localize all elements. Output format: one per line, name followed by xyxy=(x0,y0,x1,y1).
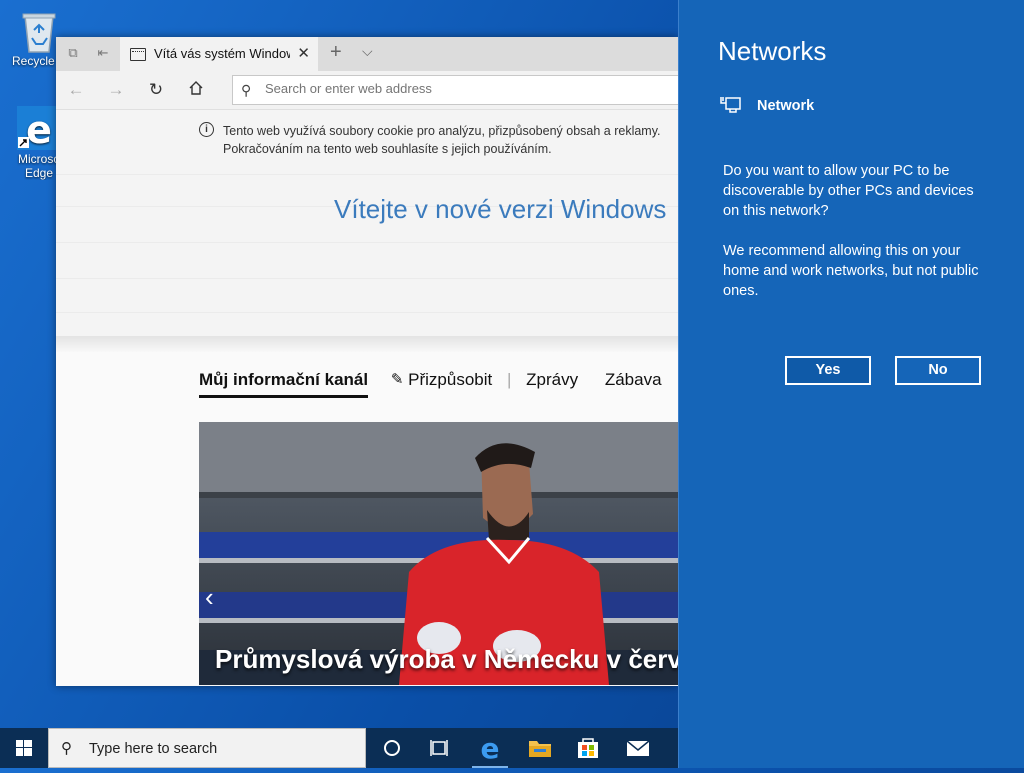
discoverable-question: Do you want to allow your PC to be disco… xyxy=(723,163,974,219)
chevron-left-icon[interactable]: ‹ xyxy=(205,582,214,613)
refresh-icon[interactable]: ↻ xyxy=(145,80,167,100)
forward-icon[interactable]: → xyxy=(105,80,127,100)
ethernet-icon xyxy=(720,95,742,115)
cookie-text-line1: Tento web využívá soubory cookie pro ana… xyxy=(223,124,661,138)
tab-title: Vítá vás systém Windows xyxy=(154,46,290,61)
networks-flyout: Networks Network Do you want to allow yo… xyxy=(678,0,1024,768)
navigation-bar: ← → ↻ ⚲ xyxy=(56,71,678,110)
feed-tabs: Můj informační kanál ✎ Přizpůsobit | Zpr… xyxy=(199,370,662,398)
search-icon: ⚲ xyxy=(241,82,252,98)
info-icon: i xyxy=(199,122,214,137)
network-name: Network xyxy=(757,98,815,114)
taskbar-search-box[interactable]: ⚲ Type here to search xyxy=(48,728,366,768)
edge-icon[interactable]: e xyxy=(466,728,514,768)
search-placeholder: Type here to search xyxy=(89,741,218,757)
new-tab-icon[interactable]: + xyxy=(330,41,342,64)
cookie-text-line2: Pokračováním na tento web souhlasíte s j… xyxy=(223,142,552,156)
file-explorer-icon[interactable] xyxy=(516,728,564,768)
edge-browser-window: ⧉ ⇤ Vítá vás systém Windows ✕ + ⌵ ← → ↻ … xyxy=(56,37,678,686)
recommendation-text: We recommend allowing this on your home … xyxy=(723,243,979,299)
chevron-down-icon[interactable]: ⌵ xyxy=(362,43,373,60)
taskbar: ⚲ Type here to search e xyxy=(0,728,678,768)
pencil-icon: ✎ xyxy=(390,371,404,388)
welcome-heading: Vítejte v nové verzi Windows xyxy=(334,194,667,224)
news-feed: Můj informační kanál ✎ Přizpůsobit | Zpr… xyxy=(56,352,678,686)
edge-desktop-icon: e xyxy=(17,106,61,152)
set-tabs-aside-icon[interactable]: ⇤ xyxy=(94,45,112,61)
home-icon[interactable] xyxy=(185,80,207,100)
start-button[interactable] xyxy=(0,728,48,768)
tab-separator: | xyxy=(506,370,512,389)
store-icon[interactable] xyxy=(564,728,612,768)
page-content: i Tento web využívá soubory cookie pro a… xyxy=(56,110,678,686)
close-tab-icon[interactable]: ✕ xyxy=(297,44,310,62)
address-bar[interactable]: ⚲ xyxy=(232,75,678,105)
mail-icon[interactable] xyxy=(614,728,662,768)
task-view-icon[interactable] xyxy=(416,728,464,768)
browser-tab[interactable]: Vítá vás systém Windows ✕ xyxy=(120,37,318,71)
back-icon[interactable]: ← xyxy=(65,80,87,100)
windows-logo-icon xyxy=(16,740,32,756)
hero-caption[interactable]: Průmyslová výroba v Německu v červ xyxy=(215,644,678,675)
tab-my-feed[interactable]: Můj informační kanál xyxy=(199,370,369,398)
no-button[interactable]: No xyxy=(895,356,981,385)
tab-preview-icon[interactable]: ⧉ xyxy=(64,45,82,61)
tab-news[interactable]: Zprávy xyxy=(526,370,578,390)
tab-bar: ⧉ ⇤ Vítá vás systém Windows ✕ + ⌵ xyxy=(56,37,678,71)
svg-text:e: e xyxy=(481,732,500,765)
yes-button[interactable]: Yes xyxy=(785,356,871,385)
search-icon: ⚲ xyxy=(61,740,72,757)
customize-label: Přizpůsobit xyxy=(408,370,493,389)
address-input[interactable] xyxy=(263,80,567,97)
cortana-icon[interactable] xyxy=(368,728,416,768)
svg-text:e: e xyxy=(26,108,52,150)
page-icon xyxy=(130,48,146,61)
hero-news-card[interactable]: ‹ Průmyslová výroba v Německu v červ xyxy=(199,422,678,685)
recycle-bin-icon xyxy=(17,8,61,53)
tab-entertainment[interactable]: Zábava xyxy=(605,370,662,390)
flyout-title: Networks xyxy=(718,36,827,66)
customize-button[interactable]: ✎ Přizpůsobit xyxy=(391,370,492,390)
